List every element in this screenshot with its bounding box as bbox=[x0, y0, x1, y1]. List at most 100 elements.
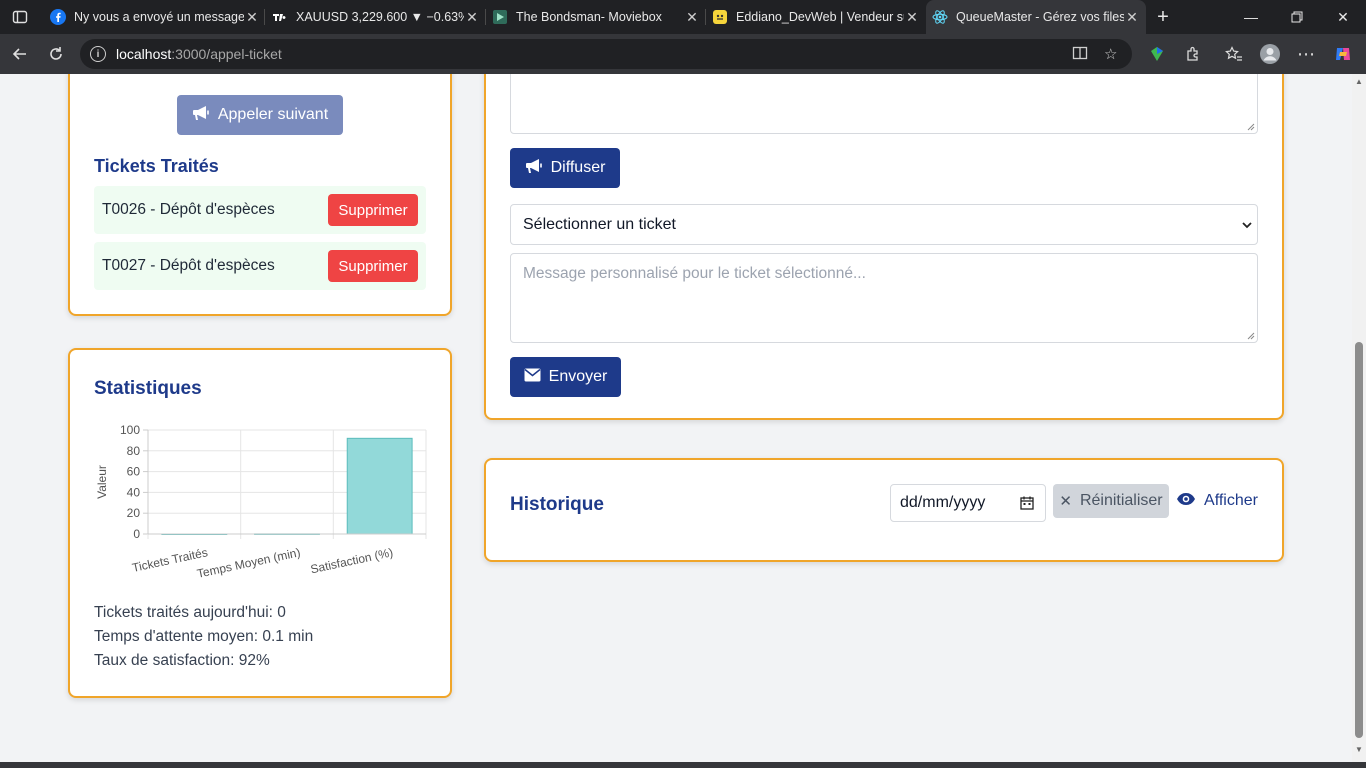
delete-ticket-button[interactable]: Supprimer bbox=[328, 194, 418, 226]
eye-icon bbox=[1176, 492, 1196, 511]
chart-y-tick-label: 80 bbox=[127, 444, 141, 458]
browser-tab-xauusd[interactable]: XAUUSD 3,229.600 ▼ −0.63% ✕ bbox=[266, 0, 486, 34]
browser-tab-bar: Ny vous a envoyé un message ✕ XAUUSD 3,2… bbox=[0, 0, 1366, 34]
close-window-icon[interactable]: ✕ bbox=[1320, 0, 1366, 34]
history-title: Historique bbox=[510, 494, 604, 515]
broadcast-message-textarea[interactable] bbox=[510, 74, 1258, 134]
facebook-icon bbox=[50, 9, 66, 25]
close-icon: ✕ bbox=[1059, 493, 1072, 510]
call-next-label: Appeler suivant bbox=[217, 106, 329, 123]
reset-button[interactable]: ✕ Réinitialiser bbox=[1053, 484, 1169, 518]
ticket-call-panel: Appeler suivant Tickets Traités T0026 - … bbox=[68, 74, 452, 316]
megaphone-icon bbox=[192, 105, 210, 126]
stat-satisfaction: Taux de satisfaction: 92% bbox=[94, 652, 270, 669]
chart-y-tick-label: 40 bbox=[127, 485, 141, 499]
browser-tab-fiverr[interactable]: Eddiano_DevWeb | Vendeur su ✕ bbox=[706, 0, 926, 34]
megaphone-icon bbox=[525, 158, 543, 179]
tab-title: Ny vous a envoyé un message bbox=[74, 10, 244, 24]
tab-title: Eddiano_DevWeb | Vendeur su bbox=[736, 10, 904, 24]
extensions-icon[interactable] bbox=[1181, 42, 1205, 66]
envelope-icon bbox=[524, 368, 541, 387]
ticket-label: T0026 - Dépôt d'espèces bbox=[102, 201, 275, 218]
send-label: Envoyer bbox=[548, 368, 608, 385]
restore-icon[interactable] bbox=[1274, 0, 1320, 34]
minimize-icon[interactable]: — bbox=[1228, 0, 1274, 34]
reload-icon[interactable] bbox=[42, 40, 70, 68]
chart-y-tick-label: 100 bbox=[120, 423, 140, 437]
send-button[interactable]: Envoyer bbox=[510, 357, 621, 397]
scroll-down-icon[interactable]: ▼ bbox=[1355, 746, 1363, 754]
more-options-icon[interactable]: ⋯ bbox=[1294, 42, 1318, 66]
fiverr-icon bbox=[712, 9, 728, 25]
page-scrollbar[interactable]: ▲ ▼ bbox=[1352, 74, 1366, 762]
chevron-down-icon bbox=[1241, 218, 1253, 236]
react-icon bbox=[932, 9, 948, 25]
ticket-label: T0027 - Dépôt d'espèces bbox=[102, 257, 275, 274]
statistics-panel: Statistiques 0 20 40 60 80 100 Tickets Traités… bbox=[68, 348, 452, 698]
chart-y-axis-label: Valeur bbox=[95, 465, 109, 499]
back-arrow-icon[interactable] bbox=[6, 40, 34, 68]
close-tab-icon[interactable]: ✕ bbox=[464, 9, 480, 26]
scrollbar-thumb[interactable] bbox=[1355, 342, 1363, 738]
browser-toolbar: i localhost:3000/appel-ticket ☆ ⋯ bbox=[0, 34, 1366, 74]
history-panel: Historique dd/mm/yyyy ✕ Réinitialiser Af… bbox=[484, 458, 1284, 562]
moviebox-icon bbox=[492, 9, 508, 25]
browser-tab-moviebox[interactable]: The Bondsman- Moviebox ✕ bbox=[486, 0, 706, 34]
history-date-input[interactable]: dd/mm/yyyy bbox=[890, 484, 1046, 522]
tab-title: QueueMaster - Gérez vos files bbox=[956, 10, 1124, 24]
chart-x-tick-label: Temps Moyen (min) bbox=[196, 545, 302, 578]
url-text: localhost:3000/appel-ticket bbox=[116, 46, 282, 62]
browser-essentials-icon[interactable] bbox=[1145, 42, 1169, 66]
scroll-up-icon[interactable]: ▲ bbox=[1355, 78, 1363, 86]
browser-tab-facebook[interactable]: Ny vous a envoyé un message ✕ bbox=[44, 0, 266, 34]
chart-x-tick-label: Satisfaction (%) bbox=[309, 545, 394, 576]
page-content: Appeler suivant Tickets Traités T0026 - … bbox=[0, 74, 1366, 768]
close-tab-icon[interactable]: ✕ bbox=[1124, 9, 1140, 26]
list-item: T0027 - Dépôt d'espèces Supprimer bbox=[94, 242, 426, 290]
chart-y-tick-label: 0 bbox=[133, 527, 140, 541]
new-tab-icon[interactable]: + bbox=[1140, 0, 1186, 34]
treated-tickets-title: Tickets Traités bbox=[94, 156, 219, 176]
close-tab-icon[interactable]: ✕ bbox=[904, 9, 920, 26]
reset-label: Réinitialiser bbox=[1079, 492, 1163, 509]
copilot-icon[interactable] bbox=[1331, 42, 1355, 66]
tradingview-icon bbox=[272, 9, 288, 25]
call-next-button[interactable]: Appeler suivant bbox=[177, 95, 343, 135]
custom-message-textarea[interactable]: Message personnalisé pour le ticket séle… bbox=[510, 253, 1258, 343]
ticket-select-value: Sélectionner un ticket bbox=[523, 216, 676, 233]
tab-actions-icon[interactable] bbox=[6, 3, 34, 31]
show-label: Afficher bbox=[1204, 492, 1258, 509]
list-item: T0026 - Dépôt d'espèces Supprimer bbox=[94, 186, 426, 234]
close-tab-icon[interactable]: ✕ bbox=[684, 9, 700, 26]
url-host: localhost bbox=[116, 46, 172, 62]
show-button[interactable]: Afficher bbox=[1174, 484, 1260, 518]
split-screen-icon[interactable] bbox=[1072, 45, 1088, 63]
chart-y-tick-label: 20 bbox=[127, 506, 141, 520]
close-tab-icon[interactable]: ✕ bbox=[244, 9, 260, 26]
custom-message-placeholder: Message personnalisé pour le ticket séle… bbox=[523, 265, 866, 282]
delete-ticket-button[interactable]: Supprimer bbox=[328, 250, 418, 282]
tab-title: The Bondsman- Moviebox bbox=[516, 10, 662, 24]
calendar-icon[interactable] bbox=[1020, 496, 1034, 515]
resize-grip-icon[interactable] bbox=[1247, 123, 1255, 131]
resize-grip-icon[interactable] bbox=[1247, 332, 1255, 340]
avatar[interactable] bbox=[1258, 42, 1282, 66]
statistics-chart: 020406080100Tickets TraitésTemps Moyen (… bbox=[95, 423, 427, 578]
favorite-star-icon[interactable]: ☆ bbox=[1104, 45, 1117, 63]
browser-tab-queuemaster[interactable]: QueueMaster - Gérez vos files ✕ bbox=[926, 0, 1146, 34]
broadcast-panel: Diffuser Sélectionner un ticket Message … bbox=[484, 74, 1284, 420]
address-bar[interactable]: i localhost:3000/appel-ticket ☆ bbox=[80, 39, 1132, 69]
stat-tickets-today: Tickets traités aujourd'hui: 0 bbox=[94, 604, 286, 621]
diffuse-button[interactable]: Diffuser bbox=[510, 148, 620, 188]
stat-average-wait: Temps d'attente moyen: 0.1 min bbox=[94, 628, 314, 645]
url-path: :3000/appel-ticket bbox=[171, 46, 282, 62]
diffuse-label: Diffuser bbox=[550, 159, 606, 176]
site-info-icon[interactable]: i bbox=[90, 46, 106, 62]
date-input-text: dd/mm/yyyy bbox=[900, 494, 986, 511]
chart-y-tick-label: 60 bbox=[127, 465, 141, 479]
tab-title: XAUUSD 3,229.600 ▼ −0.63% bbox=[296, 10, 464, 24]
ticket-select[interactable]: Sélectionner un ticket bbox=[510, 204, 1258, 245]
chart-bar bbox=[346, 437, 413, 535]
favorites-icon[interactable] bbox=[1222, 42, 1246, 66]
statistics-title: Statistiques bbox=[94, 378, 202, 399]
